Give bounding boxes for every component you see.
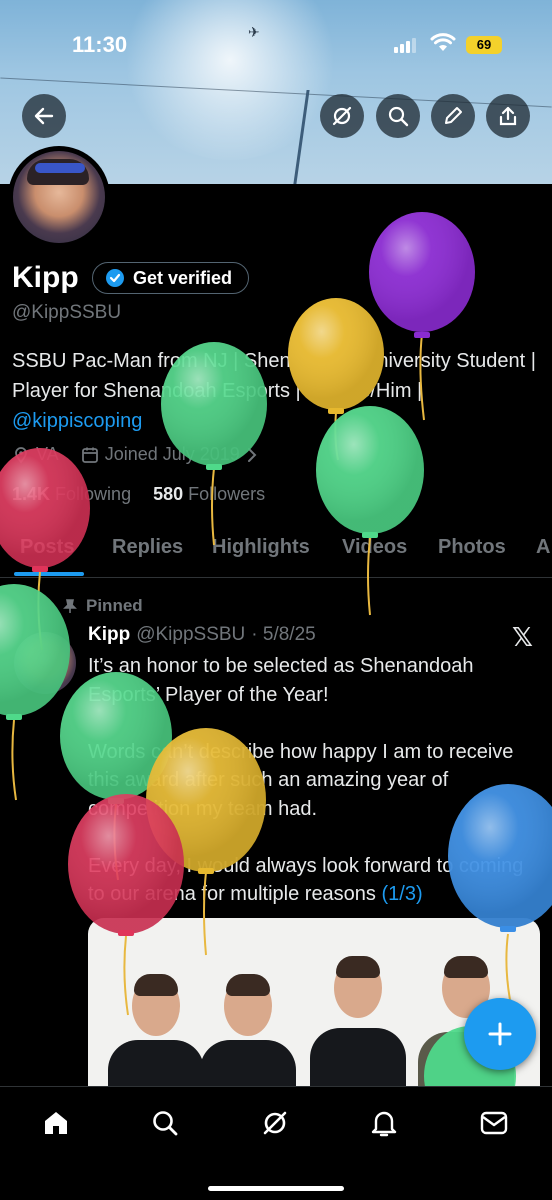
grok-icon xyxy=(263,1111,287,1135)
get-verified-label: Get verified xyxy=(133,267,233,288)
share-button[interactable] xyxy=(486,94,530,138)
active-tab-indicator xyxy=(14,572,84,576)
nav-notifications[interactable] xyxy=(366,1105,402,1141)
profile-avatar[interactable] xyxy=(8,146,110,248)
post-paragraph-1: It’s an honor to be selected as Shenando… xyxy=(88,655,474,706)
avatar-photo xyxy=(13,151,105,243)
bio-mention-link[interactable]: @kippiscoping xyxy=(12,410,142,432)
location-pin-icon xyxy=(15,446,27,463)
thread-count: (1/3) xyxy=(381,883,423,905)
tab-posts[interactable]: Posts xyxy=(20,536,74,559)
post-text[interactable]: It’s an honor to be selected as Shenando… xyxy=(88,652,544,937)
wifi-icon xyxy=(430,33,456,58)
edit-button[interactable] xyxy=(431,94,475,138)
profile-handle: @KippSSBU xyxy=(12,302,122,323)
profile-name: Kipp xyxy=(12,261,79,294)
post-photo[interactable] xyxy=(88,918,540,1088)
post-date[interactable]: · 5/8/25 xyxy=(251,624,315,646)
pin-icon xyxy=(63,599,77,613)
post-header: Kipp @KippSSBU · 5/8/25 xyxy=(88,624,316,646)
profile-tabs: Posts Replies Highlights Videos Photos A xyxy=(0,530,552,578)
tab-videos[interactable]: Videos xyxy=(342,536,407,559)
avatar-sunglasses xyxy=(35,163,85,173)
share-icon xyxy=(499,106,517,126)
back-button[interactable] xyxy=(22,94,66,138)
calendar-icon xyxy=(81,447,98,463)
profile-bio: SSBU Pac-Man from NJ | Shenandoah Univer… xyxy=(12,346,540,436)
x-logo-icon: 𝕏 xyxy=(512,622,533,652)
cellular-signal-icon xyxy=(394,38,416,53)
post-paragraph-2: Words can’t describe how happy I am to r… xyxy=(88,740,514,820)
verified-badge-icon xyxy=(106,269,124,287)
location-text: VA xyxy=(36,444,59,464)
search-icon xyxy=(388,106,409,127)
joined-text: Joined July 2019 xyxy=(104,444,240,464)
nav-messages[interactable] xyxy=(476,1105,512,1141)
home-icon xyxy=(45,1112,67,1134)
compose-button[interactable] xyxy=(464,998,536,1070)
post-author-name[interactable]: Kipp xyxy=(88,624,130,646)
search-button[interactable] xyxy=(376,94,420,138)
balloon-green-2 xyxy=(316,406,424,616)
location: VA xyxy=(12,444,59,465)
home-indicator xyxy=(208,1186,344,1191)
plus-icon xyxy=(488,1022,512,1046)
get-verified-button[interactable]: Get verified xyxy=(92,262,250,294)
tab-articles[interactable]: A xyxy=(536,536,550,559)
search-icon xyxy=(153,1111,178,1136)
status-time: 11:30 xyxy=(72,32,128,57)
bio-text: SSBU Pac-Man from NJ | Shenandoah Univer… xyxy=(12,350,536,402)
post-author-handle[interactable]: @KippSSBU xyxy=(136,624,245,646)
photo-person-1 xyxy=(108,974,204,1088)
mail-icon xyxy=(480,1111,508,1135)
tab-replies[interactable]: Replies xyxy=(112,536,183,559)
nav-grok[interactable] xyxy=(257,1105,293,1141)
photo-person-2 xyxy=(200,974,296,1088)
chevron-right-icon xyxy=(247,447,257,462)
bell-icon xyxy=(371,1111,397,1137)
nav-search[interactable] xyxy=(147,1105,183,1141)
bottom-nav xyxy=(0,1086,552,1200)
grok-button[interactable] xyxy=(320,94,364,138)
pencil-icon xyxy=(445,107,462,124)
status-bar: 11:30 69 xyxy=(0,0,552,90)
photo-person-3 xyxy=(310,956,406,1088)
arrow-left-icon xyxy=(34,107,54,125)
nav-home[interactable] xyxy=(38,1105,74,1141)
pinned-label: Pinned xyxy=(62,596,143,616)
post-avatar[interactable] xyxy=(14,632,76,694)
following-link[interactable]: 1.4K Following xyxy=(12,484,131,505)
profile-meta: VA Joined July 2019 xyxy=(12,444,258,465)
tab-photos[interactable]: Photos xyxy=(438,536,506,559)
tab-highlights[interactable]: Highlights xyxy=(212,536,310,559)
follow-stats: 1.4K Following 580 Followers xyxy=(12,484,265,505)
joined-date[interactable]: Joined July 2019 xyxy=(81,444,258,465)
battery-indicator: 69 xyxy=(466,36,502,54)
post-paragraph-3: Every day, I would always look forward t… xyxy=(88,854,524,906)
followers-link[interactable]: 580 Followers xyxy=(153,484,265,505)
grok-icon xyxy=(332,106,352,126)
